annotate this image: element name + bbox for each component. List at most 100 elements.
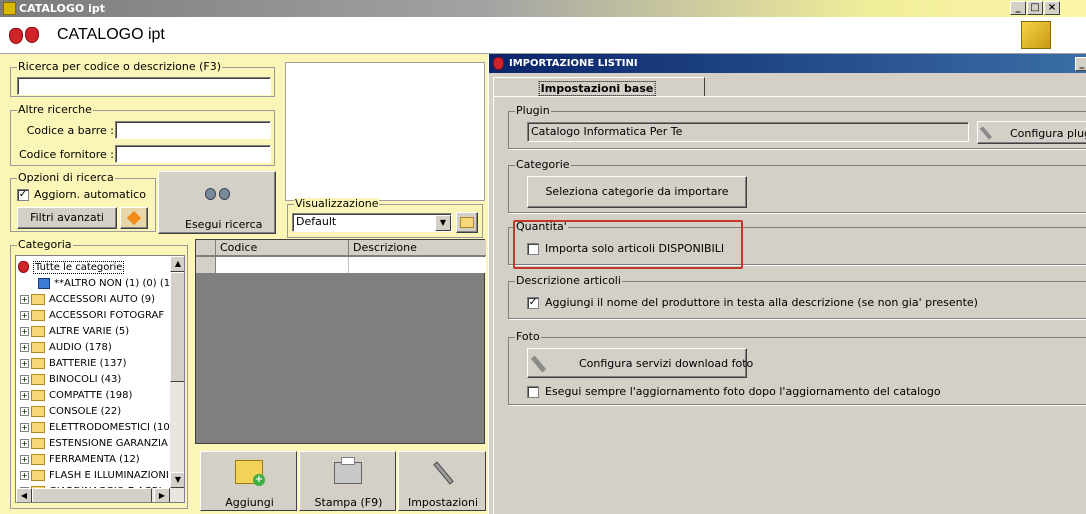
view-select[interactable]: Default — [292, 213, 452, 232]
column-codice[interactable]: Codice — [220, 241, 257, 254]
photo-update-checkbox[interactable] — [527, 386, 539, 398]
tree-root[interactable]: Tutte le categorie — [18, 260, 178, 276]
folder-icon — [31, 437, 45, 449]
description-legend: Descrizione articoli — [515, 274, 622, 287]
tree-item[interactable]: + ALTRE VARIE (5) — [20, 324, 180, 340]
scroll-down-icon[interactable]: ▼ — [170, 472, 184, 488]
execute-search-label: Esegui ricerca — [185, 218, 263, 231]
categories-legend: Categorie — [515, 158, 571, 171]
add-label: Aggiungi — [225, 496, 274, 509]
folder-icon — [31, 293, 45, 305]
view-legend: Visualizzazione — [294, 197, 380, 210]
expand-icon[interactable]: + — [20, 342, 29, 352]
table-row[interactable] — [196, 257, 486, 273]
dialog-minimize-button[interactable]: _ — [1075, 57, 1086, 71]
minimize-button[interactable]: _ — [1010, 1, 1026, 15]
strawberry-icon — [18, 261, 29, 273]
tree-hscrollbar[interactable]: ◀ ▶ — [16, 488, 184, 502]
tree-item[interactable]: + FLASH E ILLUMINAZIONI — [20, 468, 180, 484]
expand-icon[interactable]: + — [20, 310, 29, 320]
tree-item[interactable]: + AUDIO (178) — [20, 340, 180, 356]
other-search-group: Altre ricerche Codice a barre : Codice f… — [10, 104, 275, 166]
tree-item[interactable]: + BATTERIE (137) — [20, 356, 180, 372]
plugin-field[interactable]: Catalogo Informatica Per Te — [527, 122, 969, 142]
expand-icon[interactable]: + — [20, 438, 29, 448]
category-group: Categoria Tutte le categorie **ALTRO NON… — [10, 239, 188, 509]
binoculars-icon — [205, 186, 231, 202]
tree-item[interactable]: + FERRAMENTA (12) — [20, 452, 180, 468]
tree-scrollbar[interactable]: ▲ ▼ — [170, 256, 184, 488]
tree-item[interactable]: + COMPATTE (198) — [20, 388, 180, 404]
plugin-group: Plugin Catalogo Informatica Per Te Confi… — [508, 104, 1086, 149]
search-options-group: Opzioni di ricerca ✓ Aggiorn. automatico… — [10, 172, 156, 232]
add-button[interactable]: + Aggiungi — [200, 451, 297, 511]
view-group: Visualizzazione Default ▼ — [287, 198, 483, 238]
tree-item-label: CONSOLE (22) — [49, 406, 122, 417]
product-table[interactable]: Codice Descrizione — [195, 239, 486, 444]
tree-item[interactable]: + ACCESSORI FOTOGRAF — [20, 308, 180, 324]
print-button[interactable]: Stampa (F9) — [299, 451, 396, 511]
category-tree[interactable]: Tutte le categorie **ALTRO NON (1) (0) (… — [15, 255, 185, 503]
expand-icon[interactable]: + — [20, 406, 29, 416]
barcode-input[interactable] — [115, 121, 271, 139]
expand-icon[interactable]: + — [20, 358, 29, 368]
configure-plugin-button[interactable]: Configura plugin — [977, 121, 1086, 144]
tree-item-label: ESTENSIONE GARANZIA — [49, 438, 168, 449]
expand-icon[interactable]: + — [20, 326, 29, 336]
execute-search-button[interactable]: Esegui ricerca — [158, 171, 276, 234]
filter-arrow-icon[interactable] — [120, 207, 148, 229]
folder-icon — [460, 217, 474, 228]
close-button[interactable]: × — [1044, 1, 1060, 15]
dialog-title: IMPORTAZIONE LISTINI — [509, 58, 638, 69]
open-folder-button[interactable] — [456, 212, 478, 233]
add-producer-checkbox[interactable]: ✓ — [527, 297, 539, 309]
code-search-input[interactable] — [17, 77, 271, 95]
tree-item-label: BINOCOLI (43) — [49, 374, 122, 385]
photo-legend: Foto — [515, 330, 541, 343]
plugin-legend: Plugin — [515, 104, 551, 117]
expand-icon[interactable]: + — [20, 374, 29, 384]
scroll-thumb[interactable] — [170, 272, 184, 382]
tree-item[interactable]: + CONSOLE (22) — [20, 404, 180, 420]
tree-item-label: ACCESSORI FOTOGRAF — [49, 310, 165, 321]
settings-label: Impostazioni — [407, 496, 479, 509]
expand-icon[interactable]: + — [20, 422, 29, 432]
tab-content: Plugin Catalogo Informatica Per Te Confi… — [493, 96, 1086, 514]
tree-item[interactable]: + ACCESSORI AUTO (9) — [20, 292, 180, 308]
search-panel: Ricerca per codice o descrizione (F3) Al… — [0, 54, 490, 514]
network-icon — [38, 277, 50, 289]
folder-icon — [31, 357, 45, 369]
expand-icon[interactable]: + — [20, 470, 29, 480]
preview-image-area — [285, 62, 485, 201]
auto-update-checkbox[interactable]: ✓ — [17, 189, 29, 201]
chevron-down-icon[interactable]: ▼ — [435, 215, 451, 231]
expand-icon[interactable]: + — [20, 390, 29, 400]
configure-photo-button[interactable]: Configura servizi download foto — [527, 348, 753, 378]
folder-icon — [31, 421, 45, 433]
tab-impostazioni-base[interactable]: Impostazioni base — [493, 77, 705, 97]
tree-item-label: ALTRE VARIE (5) — [49, 326, 130, 337]
select-categories-button[interactable]: Seleziona categorie da importare — [527, 176, 747, 208]
expand-icon[interactable]: + — [20, 454, 29, 464]
advanced-filters-button[interactable]: Filtri avanzati — [17, 207, 117, 229]
maximize-button[interactable]: □ — [1027, 1, 1043, 15]
expand-icon[interactable]: + — [20, 294, 29, 304]
supplier-code-input[interactable] — [115, 145, 271, 163]
app-header: CATALOGO ipt — [0, 17, 1086, 54]
scroll-left-icon[interactable]: ◀ — [16, 488, 32, 502]
tree-item-label: BATTERIE (137) — [49, 358, 127, 369]
folder-icon — [31, 453, 45, 465]
tree-item[interactable]: + ESTENSIONE GARANZIA — [20, 436, 180, 452]
settings-button[interactable]: Impostazioni — [398, 451, 486, 511]
tree-item-label: ELETTRODOMESTICI (10 — [49, 422, 170, 433]
column-descrizione[interactable]: Descrizione — [353, 241, 417, 254]
scroll-right-icon[interactable]: ▶ — [154, 488, 170, 502]
tree-item[interactable]: + ELETTRODOMESTICI (10 — [20, 420, 180, 436]
app-icon — [3, 2, 16, 15]
scroll-up-icon[interactable]: ▲ — [170, 256, 184, 272]
tree-item[interactable]: + BINOCOLI (43) — [20, 372, 180, 388]
tree-item[interactable]: **ALTRO NON (1) (0) (19 — [20, 276, 180, 292]
hscroll-thumb[interactable] — [32, 488, 152, 502]
code-search-legend: Ricerca per codice o descrizione (F3) — [17, 60, 223, 73]
package-icon[interactable] — [1021, 21, 1051, 49]
